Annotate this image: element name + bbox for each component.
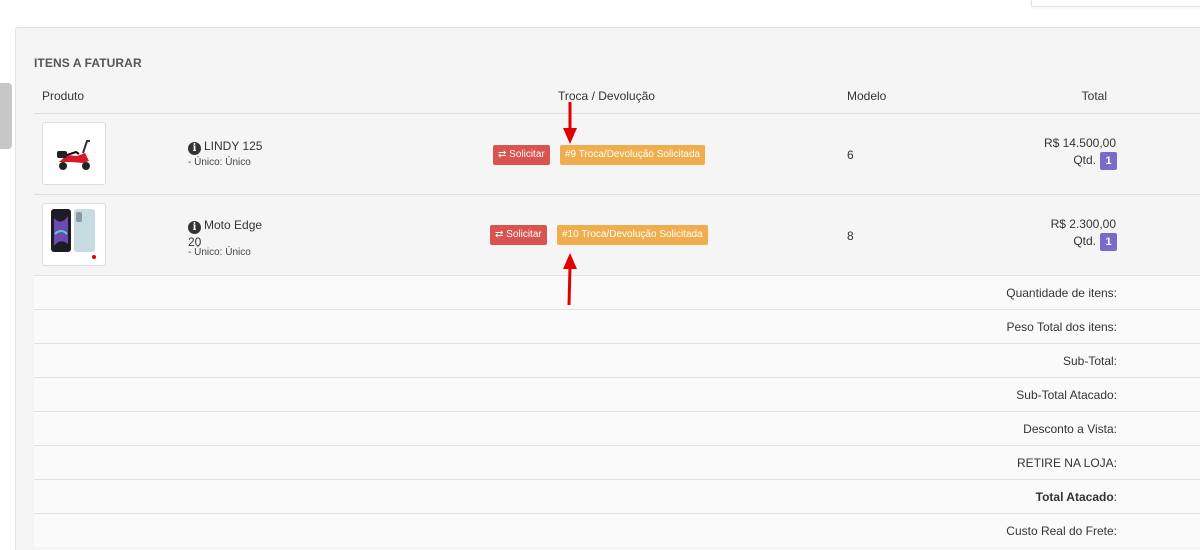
- summary-row-subtotal-atacado: Sub-Total Atacado:: [34, 377, 1200, 411]
- itens-a-faturar-panel: ITENS A FATURAR Produto Troca / Devoluçã…: [15, 27, 1200, 550]
- product-variant: - Único: Único: [188, 247, 251, 258]
- product-variant: - Único: Único: [188, 157, 251, 168]
- solicitar-button[interactable]: ⇄ Solicitar: [493, 145, 550, 165]
- table-row: i LINDY 125 - Único: Único ⇄ Solicitar #9…: [34, 114, 1200, 194]
- quantity-badge: 1: [1100, 233, 1117, 251]
- phone-image: [51, 209, 96, 259]
- product-name[interactable]: i LINDY 125: [188, 138, 262, 155]
- quantity-badge: 1: [1100, 152, 1117, 170]
- summary-label: Peso Total dos itens:: [1006, 320, 1117, 334]
- product-name[interactable]: i Moto Edge 20: [188, 217, 262, 251]
- summary-row-retire: RETIRE NA LOJA:: [34, 445, 1200, 479]
- summary-label-total-atacado: Total Atacado:: [1035, 490, 1117, 504]
- table-row: i Moto Edge 20 - Único: Único ⇄ Solicitar…: [34, 195, 1200, 275]
- summary-label: Quantidade de itens:: [1006, 286, 1117, 300]
- red-arrow-annotation-down: [563, 102, 577, 144]
- summary-label: Desconto a Vista:: [1023, 422, 1117, 436]
- header-total: Total: [1081, 89, 1107, 103]
- product-image-scooter[interactable]: [42, 122, 106, 185]
- row-quantity: Qtd. 1: [1073, 152, 1117, 170]
- row-price: R$ 2.300,00: [1050, 217, 1116, 231]
- modelo-value: 6: [847, 148, 854, 162]
- summary-label: Sub-Total Atacado:: [1016, 388, 1117, 402]
- troca-devolucao-badge[interactable]: #9 Troca/Devolução Solicitada: [560, 145, 706, 165]
- row-quantity: Qtd. 1: [1073, 233, 1117, 251]
- summary-row-total-atacado: Total Atacado:: [34, 479, 1200, 513]
- solicitar-button[interactable]: ⇄ Solicitar: [490, 225, 547, 245]
- troca-devolucao-badge[interactable]: #10 Troca/Devolução Solicitada: [557, 225, 708, 245]
- section-title: ITENS A FATURAR: [34, 56, 142, 70]
- summary-row-frete: Custo Real do Frete:: [34, 513, 1200, 547]
- top-right-card: [1031, 0, 1200, 7]
- summary-row-subtotal: Sub-Total:: [34, 343, 1200, 377]
- summary-row-desconto: Desconto a Vista:: [34, 411, 1200, 445]
- red-arrow-annotation-up: [563, 253, 577, 306]
- summary-label: RETIRE NA LOJA:: [1016, 456, 1117, 470]
- scooter-image: [57, 140, 90, 170]
- summary-row-quantidade: Quantidade de itens:: [34, 275, 1200, 309]
- modelo-value: 8: [847, 229, 854, 243]
- summary-label: Sub-Total:: [1062, 354, 1117, 368]
- header-produto: Produto: [42, 89, 85, 103]
- header-modelo: Modelo: [847, 89, 887, 103]
- info-icon[interactable]: i: [188, 221, 201, 234]
- product-image-phone[interactable]: [42, 203, 106, 266]
- summary-row-peso: Peso Total dos itens:: [34, 309, 1200, 343]
- sidebar-toggle-handle[interactable]: [0, 83, 12, 149]
- summary-label: Custo Real do Frete:: [1006, 524, 1117, 538]
- info-icon[interactable]: i: [188, 142, 201, 155]
- row-price: R$ 14.500,00: [1043, 136, 1116, 150]
